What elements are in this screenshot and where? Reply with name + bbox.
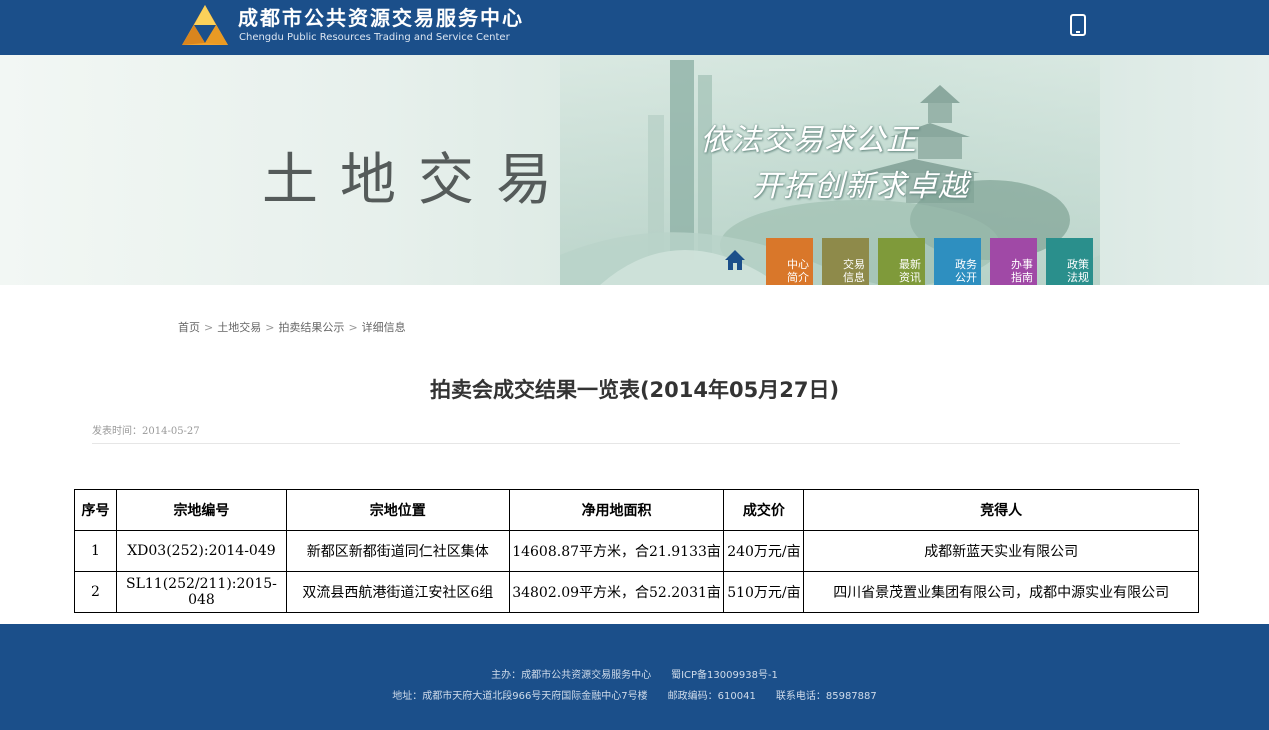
banner-slogan-line2: 开拓创新求卓越	[752, 169, 969, 204]
table-header-row: 序号 宗地编号 宗地位置 净用地面积 成交价 竞得人	[74, 489, 1199, 531]
nav-trade-info[interactable]: 交易 信息	[822, 238, 869, 285]
table-cell: SL11(252/211):2015-048	[115, 571, 287, 613]
publish-date: 2014-05-27	[142, 426, 200, 437]
home-icon[interactable]	[724, 249, 746, 271]
column-header: 净用地面积	[508, 489, 725, 531]
table-cell: 34802.09平方米，合52.2031亩	[508, 571, 725, 613]
nav-service-guide-line2: 指南	[1011, 271, 1033, 284]
table-cell: XD03(252):2014-049	[115, 530, 287, 572]
table-cell: 成都新蓝天实业有限公司	[803, 530, 1199, 572]
column-header: 宗地位置	[285, 489, 510, 531]
breadcrumb: 首页 > 土地交易 > 拍卖结果公示 > 详细信息	[178, 321, 406, 335]
table-cell: 2	[74, 571, 117, 613]
nav-government-affairs-line2: 公开	[955, 271, 977, 284]
breadcrumb-home[interactable]: 首页	[178, 321, 200, 334]
breadcrumb-land-trade[interactable]: 土地交易	[217, 321, 261, 334]
top-header: 成都市公共资源交易服务中心 Chengdu Public Resources T…	[0, 0, 1269, 55]
nav-service-guide-line1: 办事	[1011, 258, 1033, 271]
mobile-phone-icon[interactable]	[1070, 14, 1086, 36]
footer-line-2: 地址：成都市天府大道北段966号天府国际金融中心7号楼 邮政编码：610041 联系…	[0, 687, 1269, 702]
footer-postcode: 邮政编码：610041	[667, 691, 756, 702]
banner-title: 土地交易	[262, 148, 574, 213]
table-cell: 510万元/亩	[723, 571, 805, 613]
site-name[interactable]: 成都市公共资源交易服务中心	[238, 7, 524, 29]
nav-government-affairs-line1: 政务	[955, 258, 977, 271]
table-cell: 240万元/亩	[723, 530, 805, 572]
site-name-english: Chengdu Public Resources Trading and Ser…	[239, 32, 510, 43]
table-cell: 1	[74, 530, 117, 572]
nav-latest-news[interactable]: 最新 资讯	[878, 238, 925, 285]
footer: 主办：成都市公共资源交易服务中心 蜀ICP备13009938号-1 地址：成都市天…	[0, 624, 1269, 730]
table-cell: 双流县西航港街道江安社区6组	[285, 571, 510, 613]
footer-phone: 联系电话：85987887	[775, 691, 877, 702]
footer-host: 主办：成都市公共资源交易服务中心	[491, 670, 652, 681]
nav-center-intro-line1: 中心	[787, 258, 809, 271]
nav-trade-info-line1: 交易	[843, 258, 865, 271]
table-row: 1 XD03(252):2014-049 新都区新都街道同仁社区集体 14608…	[74, 530, 1199, 572]
nav-service-guide[interactable]: 办事 指南	[990, 238, 1037, 285]
nav-policies-line2: 法规	[1067, 271, 1089, 284]
column-header: 竞得人	[803, 489, 1199, 531]
nav-policies-line1: 政策	[1067, 258, 1089, 271]
column-header: 宗地编号	[115, 489, 287, 531]
table-cell: 新都区新都街道同仁社区集体	[285, 530, 510, 572]
banner-slogan-line1: 依法交易求公正	[700, 123, 917, 158]
table-cell: 14608.87平方米，合21.9133亩	[508, 530, 725, 572]
breadcrumb-auction-results[interactable]: 拍卖结果公示	[278, 321, 344, 334]
footer-icp[interactable]: 蜀ICP备13009938号-1	[671, 670, 778, 681]
nav-latest-news-line2: 资讯	[899, 271, 921, 284]
results-table: 序号 宗地编号 宗地位置 净用地面积 成交价 竞得人 1 XD03(252):2…	[74, 489, 1199, 613]
nav-latest-news-line1: 最新	[899, 258, 921, 271]
nav-trade-info-line2: 信息	[843, 271, 865, 284]
banner: 土地交易 依法交易求公正 开拓创新求卓越 中心 简介 交易 信息 最新 资讯 政…	[0, 55, 1269, 285]
column-header: 序号	[74, 489, 117, 531]
page-title: 拍卖会成交结果一览表(2014年05月27日)	[429, 378, 840, 402]
table-row: 2 SL11(252/211):2015-048 双流县西航港街道江安社区6组 …	[74, 571, 1199, 613]
column-header: 成交价	[723, 489, 805, 531]
nav-center-intro[interactable]: 中心 简介	[766, 238, 813, 285]
divider	[92, 443, 1180, 444]
nav-government-affairs[interactable]: 政务 公开	[934, 238, 981, 285]
publish-label: 发表时间：	[92, 426, 142, 437]
breadcrumb-separator: >	[204, 321, 214, 334]
nav-center-intro-line2: 简介	[787, 271, 809, 284]
publish-time: 发表时间：2014-05-27	[92, 422, 200, 437]
table-cell: 四川省景茂置业集团有限公司，成都中源实业有限公司	[803, 571, 1199, 613]
breadcrumb-detail: 详细信息	[361, 321, 406, 334]
breadcrumb-separator: >	[265, 321, 275, 334]
footer-line-1: 主办：成都市公共资源交易服务中心 蜀ICP备13009938号-1	[0, 666, 1269, 681]
breadcrumb-separator: >	[348, 321, 358, 334]
footer-address: 地址：成都市天府大道北段966号天府国际金融中心7号楼	[392, 691, 648, 702]
logo-icon[interactable]	[180, 3, 230, 49]
nav-policies[interactable]: 政策 法规	[1046, 238, 1093, 285]
